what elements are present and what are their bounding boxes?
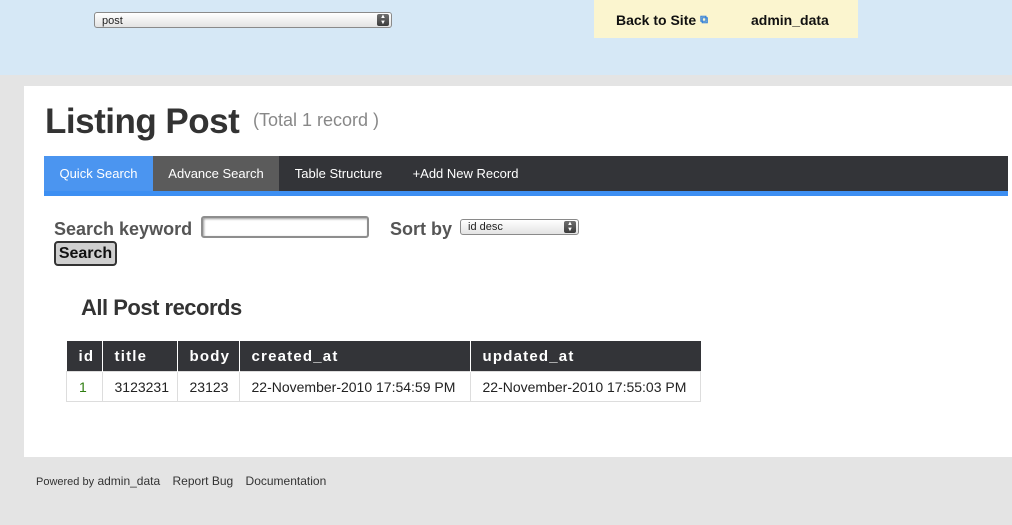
- model-select-value: post: [102, 15, 123, 27]
- table-row: 1 3123231 23123 22-November-2010 17:54:5…: [66, 371, 701, 402]
- column-header-created-at: created_at: [238, 341, 470, 372]
- record-total: (Total 1 record ): [253, 110, 380, 130]
- table-header-row: id title body created_at updated_at: [66, 341, 701, 372]
- documentation-link[interactable]: Documentation: [246, 474, 327, 488]
- admin-data-link[interactable]: admin_data: [751, 12, 829, 28]
- column-header-title: title: [101, 341, 177, 372]
- page-title: Listing Post: [45, 102, 240, 141]
- powered-by-label: Powered by: [36, 476, 95, 488]
- sort-by-label: Sort by: [390, 219, 453, 239]
- model-select[interactable]: post ▲ ▼: [94, 12, 392, 28]
- tab-quick-search[interactable]: Quick Search: [44, 156, 153, 191]
- top-links-panel: Back to Site ⧉ admin_data: [594, 0, 858, 38]
- cell-body: 23123: [176, 371, 240, 402]
- cell-updated-at: 22-November-2010 17:55:03 PM: [469, 371, 701, 402]
- tab-advance-search[interactable]: Advance Search: [153, 156, 279, 191]
- tab-add-new-record[interactable]: +Add New Record: [398, 156, 533, 191]
- column-header-updated-at: updated_at: [469, 341, 701, 372]
- record-id-link[interactable]: 1: [66, 371, 103, 402]
- sort-by-select[interactable]: id desc ▲ ▼: [460, 219, 579, 235]
- select-arrows-icon: ▲ ▼: [377, 14, 389, 26]
- column-header-id: id: [66, 341, 102, 372]
- external-link-icon: ⧉: [700, 14, 708, 26]
- powered-by-link[interactable]: admin_data: [97, 474, 160, 488]
- column-header-body: body: [176, 341, 239, 372]
- select-arrows-icon: ▲ ▼: [564, 221, 576, 233]
- records-table: id title body created_at updated_at 1 31…: [66, 341, 701, 402]
- report-bug-link[interactable]: Report Bug: [173, 474, 234, 488]
- tab-bar: Quick Search Advance Search Table Struct…: [44, 156, 1008, 196]
- cell-created-at: 22-November-2010 17:54:59 PM: [238, 371, 471, 402]
- cell-title: 3123231: [101, 371, 178, 402]
- records-title: All Post records: [81, 295, 242, 320]
- tab-table-structure[interactable]: Table Structure: [279, 156, 398, 191]
- back-to-site-link[interactable]: Back to Site ⧉: [616, 12, 708, 28]
- search-button[interactable]: Search: [54, 241, 117, 266]
- footer: Powered by admin_data Report Bug Documen…: [36, 474, 335, 488]
- search-keyword-label: Search keyword: [54, 219, 193, 239]
- back-to-site-label: Back to Site: [616, 12, 697, 28]
- sort-by-value: id desc: [468, 221, 503, 233]
- top-bar: post ▲ ▼ Back to Site ⧉ admin_data: [0, 0, 1012, 75]
- main-content: Listing Post (Total 1 record ) Quick Sea…: [24, 86, 1012, 457]
- search-keyword-input[interactable]: [201, 216, 369, 238]
